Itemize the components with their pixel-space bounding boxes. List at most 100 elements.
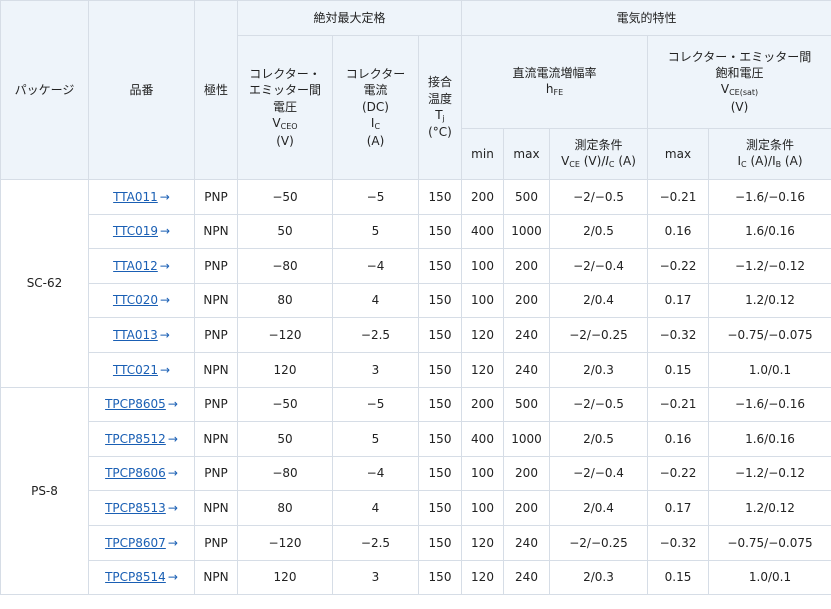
part-link[interactable]: TTC020 → xyxy=(113,293,170,307)
hfe-condition-cell: −2/−0.4 xyxy=(549,248,648,284)
header-hfe-min: min xyxy=(461,128,504,180)
vcesat-max-cell: −0.21 xyxy=(647,179,709,215)
part-link-label: TTC019 xyxy=(112,224,158,239)
arrow-right-icon: → xyxy=(167,501,178,516)
part-number-cell: TPCP8512 → xyxy=(88,421,195,457)
ic-cell: 5 xyxy=(332,421,419,457)
ic-cell: 3 xyxy=(332,559,419,596)
part-link[interactable]: TTC021 → xyxy=(113,363,170,377)
hfe-condition-cell: 2/0.5 xyxy=(549,421,648,457)
vceo-cell: −120 xyxy=(237,524,333,561)
arrow-right-icon: → xyxy=(167,535,178,550)
arrow-right-icon: → xyxy=(159,224,171,239)
tj-cell: 150 xyxy=(418,351,462,388)
part-link[interactable]: TPCP8605 → xyxy=(105,397,178,411)
hfe-min-cell: 120 xyxy=(461,351,504,388)
header-polarity: 極性 xyxy=(194,0,238,180)
table-row: TPCP8513 → NPN 80 4 150 100 200 2/0.4 0.17 1.2/0.1… xyxy=(1,490,831,526)
hfe-max-cell: 500 xyxy=(503,386,550,423)
part-link[interactable]: TPCP8607 → xyxy=(105,536,178,550)
vcesat-max-cell: −0.22 xyxy=(647,455,709,492)
tj-cell: 150 xyxy=(418,282,462,319)
hfe-min-cell: 120 xyxy=(461,559,504,596)
polarity-cell: NPN xyxy=(194,213,238,250)
ic-cell: −4 xyxy=(332,455,419,492)
part-link[interactable]: TPCP8514 → xyxy=(105,570,178,584)
hfe-condition-cell: 2/0.5 xyxy=(549,213,648,250)
hfe-min-cell: 100 xyxy=(461,455,504,492)
vcesat-max-cell: −0.22 xyxy=(647,248,709,284)
header-vceo: コレクター・ エミッター間 電圧 VCEO (V) xyxy=(237,35,333,180)
part-link-label: TTA012 xyxy=(113,258,158,273)
polarity-cell: NPN xyxy=(194,559,238,596)
polarity-cell: PNP xyxy=(194,317,238,353)
header-package: パッケージ xyxy=(0,0,89,180)
vcesat-max-cell: 0.17 xyxy=(647,282,709,319)
vceo-cell: 50 xyxy=(237,421,333,457)
vcesat-condition-cell: 1.2/0.12 xyxy=(707,490,831,526)
vceo-cell: 50 xyxy=(237,213,333,250)
header-collector-current: コレクター 電流 (DC) IC (A) xyxy=(332,35,419,180)
vcesat-condition-cell: 1.0/0.1 xyxy=(707,559,831,596)
part-link-label: TPCP8513 xyxy=(105,501,166,516)
part-link[interactable]: TPCP8606 → xyxy=(105,466,178,480)
vceo-cell: −80 xyxy=(237,455,333,492)
part-link[interactable]: TPCP8512 → xyxy=(105,432,178,446)
tj-cell: 150 xyxy=(418,179,462,215)
vcesat-condition-cell: −0.75/−0.075 xyxy=(707,317,831,353)
header-vcesat-condition: 測定条件 IC (A)/IB (A) xyxy=(707,128,831,180)
part-link[interactable]: TTA013 → xyxy=(113,328,170,342)
table-row: TTC020 → NPN 80 4 150 100 200 2/0.4 0.17 1.2/0.12 xyxy=(1,282,831,319)
polarity-cell: NPN xyxy=(194,421,238,457)
tj-cell: 150 xyxy=(418,559,462,596)
part-link[interactable]: TTA011 → xyxy=(113,190,170,204)
vcesat-max-cell: −0.32 xyxy=(647,317,709,353)
hfe-min-cell: 120 xyxy=(461,317,504,353)
vcesat-max-cell: 0.15 xyxy=(647,351,709,388)
hfe-condition-cell: 2/0.3 xyxy=(549,351,648,388)
ic-cell: 5 xyxy=(332,213,419,250)
hfe-max-cell: 500 xyxy=(503,179,550,215)
table-row: TTC021 → NPN 120 3 150 120 240 2/0.3 0.15 1.0/0.1 xyxy=(1,351,831,388)
part-link-label: TTC021 xyxy=(112,362,158,377)
polarity-cell: PNP xyxy=(194,455,238,492)
ic-cell: −5 xyxy=(332,179,419,215)
ic-cell: 3 xyxy=(332,351,419,388)
part-link-label: TPCP8605 xyxy=(105,397,166,412)
vcesat-max-cell: −0.32 xyxy=(647,524,709,561)
table-row: TPCP8607 → PNP −120 −2.5 150 120 240 −2/−0.25 −0.… xyxy=(1,524,831,561)
tj-cell: 150 xyxy=(418,524,462,561)
package-cell: PS-8 xyxy=(0,386,89,596)
hfe-min-cell: 120 xyxy=(461,524,504,561)
part-number-cell: TPCP8605 → xyxy=(88,386,195,423)
ic-cell: 4 xyxy=(332,282,419,319)
part-link-label: TPCP8512 xyxy=(105,431,166,446)
table-body: SC-62 TTA011 → PNP −50 −5 150 200 500 −2/−0.5 −0.2… xyxy=(0,179,831,596)
part-link-label: TTC020 xyxy=(112,293,158,308)
hfe-condition-cell: −2/−0.25 xyxy=(549,524,648,561)
vceo-cell: −50 xyxy=(237,179,333,215)
transistor-spec-table: パッケージ 品番 極性 絶対最大定格 電気的特性 コレクター・ エミッター間 電… xyxy=(0,0,831,596)
header-part-number: 品番 xyxy=(88,0,195,180)
part-link[interactable]: TPCP8513 → xyxy=(105,501,178,515)
vcesat-max-cell: −0.21 xyxy=(647,386,709,423)
table-row: SC-62 TTA011 → PNP −50 −5 150 200 500 −2/−0.5 −0.2… xyxy=(0,179,831,388)
header-vcesat-max: max xyxy=(647,128,709,180)
header-electrical-characteristics: 電気的特性 xyxy=(460,0,831,36)
hfe-condition-cell: 2/0.3 xyxy=(549,559,648,596)
hfe-min-cell: 200 xyxy=(461,179,504,215)
hfe-max-cell: 240 xyxy=(503,317,550,353)
part-number-cell: TPCP8607 → xyxy=(88,524,195,561)
hfe-max-cell: 200 xyxy=(503,282,550,319)
hfe-min-cell: 100 xyxy=(461,282,504,319)
hfe-min-cell: 400 xyxy=(461,213,504,250)
tj-cell: 150 xyxy=(418,248,462,284)
package-cell: SC-62 xyxy=(0,179,89,388)
vcesat-condition-cell: −1.6/−0.16 xyxy=(707,386,831,423)
part-link[interactable]: TTC019 → xyxy=(113,224,170,238)
vcesat-condition-cell: −1.2/−0.12 xyxy=(707,248,831,284)
part-link[interactable]: TTA012 → xyxy=(113,259,170,273)
part-number-cell: TTC019 → xyxy=(88,213,195,250)
hfe-max-cell: 1000 xyxy=(503,421,550,457)
vceo-cell: −120 xyxy=(237,317,333,353)
